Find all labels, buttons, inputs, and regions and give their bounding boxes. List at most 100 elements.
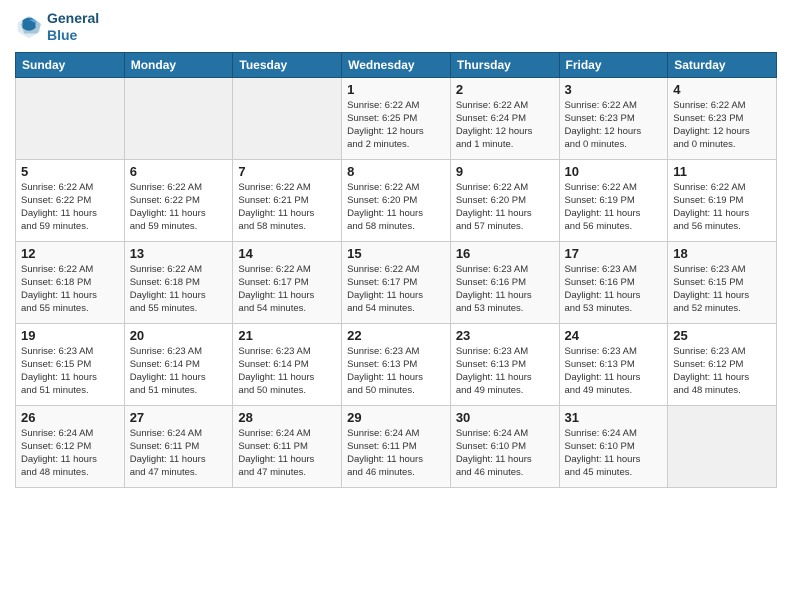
- day-number: 1: [347, 82, 445, 97]
- day-info: Sunrise: 6:22 AM Sunset: 6:18 PM Dayligh…: [130, 263, 228, 316]
- calendar-table: SundayMondayTuesdayWednesdayThursdayFrid…: [15, 52, 777, 488]
- day-cell: 22Sunrise: 6:23 AM Sunset: 6:13 PM Dayli…: [342, 323, 451, 405]
- day-cell: 26 Sunrise: 6:24 AM Sunset: 6:12 PM Dayli…: [16, 405, 125, 487]
- day-cell: 10Sunrise: 6:22 AM Sunset: 6:19 PM Dayli…: [559, 159, 668, 241]
- day-info: Sunrise: 6:24 AM Sunset: 6:10 PM Dayligh…: [456, 427, 554, 480]
- day-cell: 7Sunrise: 6:22 AM Sunset: 6:21 PM Daylig…: [233, 159, 342, 241]
- day-number: 28: [238, 410, 336, 425]
- day-number: 16: [456, 246, 554, 261]
- day-info: Sunrise: 6:22 AM Sunset: 6:19 PM Dayligh…: [673, 181, 771, 234]
- col-header-friday: Friday: [559, 52, 668, 77]
- day-number: 17: [565, 246, 663, 261]
- day-cell: 28 Sunrise: 6:24 AM Sunset: 6:11 PM Dayli…: [233, 405, 342, 487]
- day-info: Sunrise: 6:22 AM Sunset: 6:20 PM Dayligh…: [456, 181, 554, 234]
- day-info: Sunrise: 6:23 AM Sunset: 6:14 PM Dayligh…: [238, 345, 336, 398]
- day-info: Sunrise: 6:23 AM Sunset: 6:13 PM Dayligh…: [565, 345, 663, 398]
- day-number: 30: [456, 410, 554, 425]
- col-header-saturday: Saturday: [668, 52, 777, 77]
- day-info: Sunrise: 6:24 AM Sunset: 6:10 PM Dayligh…: [565, 427, 663, 480]
- day-cell: [124, 77, 233, 159]
- day-info: Sunrise: 6:22 AM Sunset: 6:23 PM Dayligh…: [673, 99, 771, 152]
- day-number: 13: [130, 246, 228, 261]
- col-header-sunday: Sunday: [16, 52, 125, 77]
- day-info: Sunrise: 6:24 AM Sunset: 6:12 PM Dayligh…: [21, 427, 119, 480]
- logo: General Blue: [15, 10, 99, 44]
- day-cell: 19 Sunrise: 6:23 AM Sunset: 6:15 PM Dayli…: [16, 323, 125, 405]
- day-number: 20: [130, 328, 228, 343]
- day-info: Sunrise: 6:23 AM Sunset: 6:13 PM Dayligh…: [456, 345, 554, 398]
- day-cell: 12Sunrise: 6:22 AM Sunset: 6:18 PM Dayli…: [16, 241, 125, 323]
- week-row-1: 1 Sunrise: 6:22 AM Sunset: 6:25 PM Daylig…: [16, 77, 777, 159]
- col-header-tuesday: Tuesday: [233, 52, 342, 77]
- day-info: Sunrise: 6:22 AM Sunset: 6:25 PM Dayligh…: [347, 99, 445, 152]
- day-number: 4: [673, 82, 771, 97]
- calendar-page: General Blue SundayMondayTuesdayWednesda…: [0, 0, 792, 612]
- day-cell: 2 Sunrise: 6:22 AM Sunset: 6:24 PM Daylig…: [450, 77, 559, 159]
- col-header-monday: Monday: [124, 52, 233, 77]
- day-info: Sunrise: 6:24 AM Sunset: 6:11 PM Dayligh…: [238, 427, 336, 480]
- day-cell: 15 Sunrise: 6:22 AM Sunset: 6:17 PM Dayli…: [342, 241, 451, 323]
- day-number: 2: [456, 82, 554, 97]
- day-cell: 31Sunrise: 6:24 AM Sunset: 6:10 PM Dayli…: [559, 405, 668, 487]
- day-info: Sunrise: 6:23 AM Sunset: 6:14 PM Dayligh…: [130, 345, 228, 398]
- day-info: Sunrise: 6:22 AM Sunset: 6:17 PM Dayligh…: [347, 263, 445, 316]
- day-cell: [16, 77, 125, 159]
- header-row: SundayMondayTuesdayWednesdayThursdayFrid…: [16, 52, 777, 77]
- logo-icon: [15, 13, 43, 41]
- day-cell: [668, 405, 777, 487]
- day-number: 12: [21, 246, 119, 261]
- day-info: Sunrise: 6:24 AM Sunset: 6:11 PM Dayligh…: [347, 427, 445, 480]
- day-cell: 18 Sunrise: 6:23 AM Sunset: 6:15 PM Dayli…: [668, 241, 777, 323]
- day-number: 6: [130, 164, 228, 179]
- day-cell: 11Sunrise: 6:22 AM Sunset: 6:19 PM Dayli…: [668, 159, 777, 241]
- day-number: 22: [347, 328, 445, 343]
- day-cell: 8 Sunrise: 6:22 AM Sunset: 6:20 PM Daylig…: [342, 159, 451, 241]
- day-number: 23: [456, 328, 554, 343]
- day-cell: 6 Sunrise: 6:22 AM Sunset: 6:22 PM Daylig…: [124, 159, 233, 241]
- day-number: 21: [238, 328, 336, 343]
- header: General Blue: [15, 10, 777, 44]
- day-cell: 13 Sunrise: 6:22 AM Sunset: 6:18 PM Dayli…: [124, 241, 233, 323]
- day-info: Sunrise: 6:22 AM Sunset: 6:22 PM Dayligh…: [130, 181, 228, 234]
- day-cell: 1 Sunrise: 6:22 AM Sunset: 6:25 PM Daylig…: [342, 77, 451, 159]
- day-number: 24: [565, 328, 663, 343]
- day-cell: 21 Sunrise: 6:23 AM Sunset: 6:14 PM Dayli…: [233, 323, 342, 405]
- day-cell: 9Sunrise: 6:22 AM Sunset: 6:20 PM Daylig…: [450, 159, 559, 241]
- day-cell: 30 Sunrise: 6:24 AM Sunset: 6:10 PM Dayli…: [450, 405, 559, 487]
- day-number: 26: [21, 410, 119, 425]
- day-info: Sunrise: 6:22 AM Sunset: 6:22 PM Dayligh…: [21, 181, 119, 234]
- day-number: 25: [673, 328, 771, 343]
- day-info: Sunrise: 6:22 AM Sunset: 6:20 PM Dayligh…: [347, 181, 445, 234]
- day-info: Sunrise: 6:23 AM Sunset: 6:16 PM Dayligh…: [456, 263, 554, 316]
- day-number: 5: [21, 164, 119, 179]
- col-header-wednesday: Wednesday: [342, 52, 451, 77]
- day-number: 8: [347, 164, 445, 179]
- week-row-5: 26 Sunrise: 6:24 AM Sunset: 6:12 PM Dayli…: [16, 405, 777, 487]
- day-cell: [233, 77, 342, 159]
- day-number: 15: [347, 246, 445, 261]
- day-cell: 24 Sunrise: 6:23 AM Sunset: 6:13 PM Dayli…: [559, 323, 668, 405]
- day-cell: 20 Sunrise: 6:23 AM Sunset: 6:14 PM Dayli…: [124, 323, 233, 405]
- day-cell: 5 Sunrise: 6:22 AM Sunset: 6:22 PM Daylig…: [16, 159, 125, 241]
- day-number: 19: [21, 328, 119, 343]
- day-number: 27: [130, 410, 228, 425]
- day-info: Sunrise: 6:23 AM Sunset: 6:15 PM Dayligh…: [673, 263, 771, 316]
- day-cell: 29Sunrise: 6:24 AM Sunset: 6:11 PM Dayli…: [342, 405, 451, 487]
- day-info: Sunrise: 6:22 AM Sunset: 6:21 PM Dayligh…: [238, 181, 336, 234]
- day-info: Sunrise: 6:22 AM Sunset: 6:24 PM Dayligh…: [456, 99, 554, 152]
- day-info: Sunrise: 6:23 AM Sunset: 6:15 PM Dayligh…: [21, 345, 119, 398]
- day-info: Sunrise: 6:22 AM Sunset: 6:19 PM Dayligh…: [565, 181, 663, 234]
- day-cell: 14 Sunrise: 6:22 AM Sunset: 6:17 PM Dayli…: [233, 241, 342, 323]
- day-cell: 3Sunrise: 6:22 AM Sunset: 6:23 PM Daylig…: [559, 77, 668, 159]
- logo-text: General Blue: [47, 10, 99, 44]
- day-info: Sunrise: 6:22 AM Sunset: 6:17 PM Dayligh…: [238, 263, 336, 316]
- day-info: Sunrise: 6:24 AM Sunset: 6:11 PM Dayligh…: [130, 427, 228, 480]
- col-header-thursday: Thursday: [450, 52, 559, 77]
- day-cell: 27 Sunrise: 6:24 AM Sunset: 6:11 PM Dayli…: [124, 405, 233, 487]
- day-cell: 16 Sunrise: 6:23 AM Sunset: 6:16 PM Dayli…: [450, 241, 559, 323]
- day-info: Sunrise: 6:23 AM Sunset: 6:12 PM Dayligh…: [673, 345, 771, 398]
- week-row-4: 19 Sunrise: 6:23 AM Sunset: 6:15 PM Dayli…: [16, 323, 777, 405]
- day-info: Sunrise: 6:22 AM Sunset: 6:23 PM Dayligh…: [565, 99, 663, 152]
- day-number: 14: [238, 246, 336, 261]
- day-number: 18: [673, 246, 771, 261]
